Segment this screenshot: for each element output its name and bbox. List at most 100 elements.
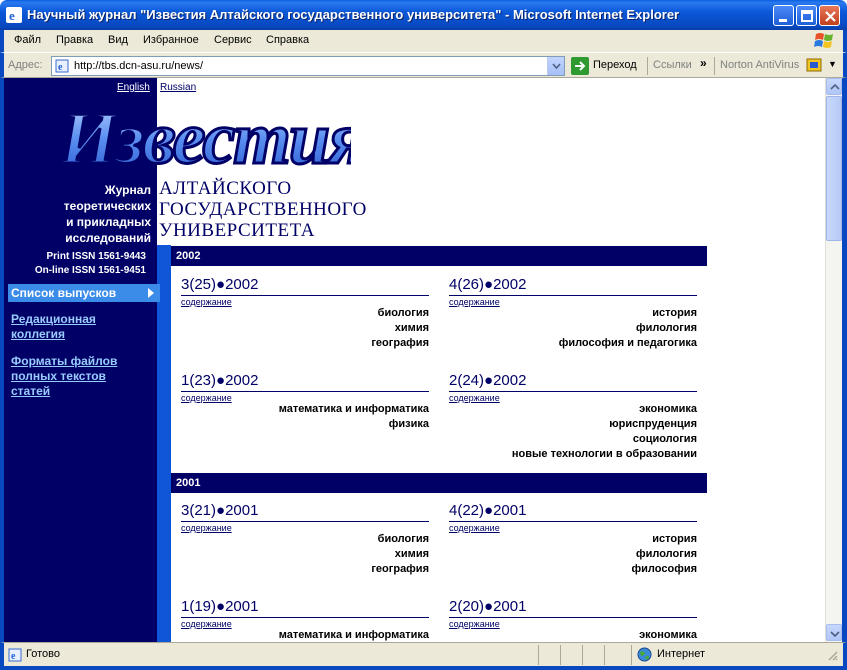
minimize-icon — [779, 19, 787, 22]
norton-dropdown-icon[interactable]: ▼ — [828, 59, 837, 69]
title-bar: e Научный журнал "Известия Алтайского го… — [0, 0, 847, 30]
go-button[interactable]: Переход — [571, 57, 641, 75]
address-url: http://tbs.dcn-asu.ru/news/ — [74, 60, 204, 72]
address-bar: Адрес: e http://tbs.dcn-asu.ru/news/ Пер… — [0, 52, 847, 78]
issue-number: 3(25)●2002 — [181, 276, 259, 293]
divider — [449, 391, 697, 392]
contents-link[interactable]: содержание — [181, 619, 232, 629]
topic: юриспруденция — [609, 418, 697, 430]
contents-link[interactable]: содержание — [449, 619, 500, 629]
links-chevron-icon[interactable]: » — [700, 56, 707, 70]
windows-logo-icon — [814, 33, 833, 48]
issn-online: On-line ISSN 1561-9451 — [34, 265, 146, 276]
status-separator — [538, 645, 539, 665]
status-bar: e Готово Интернет — [0, 642, 847, 670]
topic: филология — [636, 548, 697, 560]
contents-link[interactable]: содержание — [449, 393, 500, 403]
go-arrow-icon — [571, 57, 589, 75]
topic: история — [652, 307, 697, 319]
topic: география — [371, 563, 429, 575]
divider — [449, 521, 697, 522]
security-zone: Интернет — [657, 648, 705, 660]
menu-view[interactable]: Вид — [108, 34, 128, 46]
resize-grip-icon[interactable] — [826, 649, 838, 661]
page-icon: e — [55, 59, 69, 73]
issue-number: 2(20)●2001 — [449, 598, 527, 615]
topic: философия — [631, 563, 697, 575]
topic: физика — [388, 418, 429, 430]
university-name: Алтайского государственного университета — [159, 178, 367, 241]
journal-subtitle: Журнал теоретических и прикладных исслед… — [63, 183, 151, 245]
status-separator — [631, 645, 632, 665]
journal-logo: Известия — [58, 97, 352, 178]
menu-tools[interactable]: Сервис — [214, 34, 252, 46]
links-button[interactable]: Ссылки — [653, 59, 692, 71]
norton-icon[interactable] — [806, 57, 822, 73]
nav-issues-list[interactable]: Список выпусков — [8, 284, 160, 302]
scroll-thumb[interactable] — [826, 96, 842, 241]
menu-bar: Файл Правка Вид Избранное Сервис Справка — [0, 30, 847, 52]
topic: экономика — [639, 403, 697, 415]
lang-english-link[interactable]: English — [117, 82, 150, 93]
scroll-down-button[interactable] — [826, 624, 842, 641]
divider — [181, 295, 429, 296]
chevron-down-icon — [552, 63, 561, 70]
lang-russian-link[interactable]: Russian — [160, 82, 196, 93]
status-text: Готово — [26, 648, 60, 660]
address-dropdown-button[interactable] — [547, 57, 564, 75]
norton-antivirus-button[interactable]: Norton AntiVirus — [720, 59, 799, 71]
contents-link[interactable]: содержание — [449, 523, 500, 533]
contents-link[interactable]: содержание — [449, 297, 500, 307]
svg-text:e: e — [58, 62, 63, 73]
vertical-scrollbar[interactable] — [825, 78, 842, 642]
toolbar-separator — [714, 57, 715, 75]
year-header-2002: 2002 — [171, 246, 707, 266]
menu-edit[interactable]: Правка — [56, 34, 93, 46]
divider — [181, 521, 429, 522]
chevron-up-icon — [830, 83, 840, 90]
menu-file[interactable]: Файл — [14, 34, 41, 46]
topic: социология — [632, 433, 697, 445]
address-input[interactable]: e http://tbs.dcn-asu.ru/news/ — [51, 56, 565, 76]
year-header-2001: 2001 — [171, 473, 707, 493]
topic: химия — [394, 322, 429, 334]
contents-link[interactable]: содержание — [181, 297, 232, 307]
nav-editorial-board[interactable]: Редакционная коллегия — [11, 312, 141, 342]
issue-number: 3(21)●2001 — [181, 502, 259, 519]
divider — [449, 617, 697, 618]
contents-link[interactable]: содержание — [181, 393, 232, 403]
contents-link[interactable]: содержание — [181, 523, 232, 533]
issue-number: 2(24)●2002 — [449, 372, 527, 389]
page-viewport: English Russian Известия Журнал теоретич… — [4, 78, 825, 642]
topic: философия и педагогика — [558, 337, 697, 349]
topic: экономика — [639, 629, 697, 641]
close-icon — [825, 11, 836, 22]
menu-help[interactable]: Справка — [266, 34, 309, 46]
status-separator — [560, 645, 561, 665]
internet-globe-icon — [637, 647, 652, 662]
issue-number: 4(26)●2002 — [449, 276, 527, 293]
toolbar-separator — [647, 57, 648, 75]
status-separator — [604, 645, 605, 665]
issn-print: Print ISSN 1561-9443 — [46, 251, 147, 262]
chevron-down-icon — [830, 631, 840, 638]
maximize-button[interactable] — [796, 5, 817, 26]
nav-file-formats[interactable]: Форматы файлов полных текстов статей — [11, 354, 141, 399]
window-title: Научный журнал "Известия Алтайского госу… — [27, 7, 680, 22]
divider — [181, 391, 429, 392]
topic: география — [371, 337, 429, 349]
divider — [449, 295, 697, 296]
menu-favorites[interactable]: Избранное — [143, 34, 199, 46]
close-button[interactable] — [819, 5, 840, 26]
svg-text:Известия: Известия — [59, 98, 351, 177]
minimize-button[interactable] — [773, 5, 794, 26]
ie-icon: e — [6, 7, 22, 23]
go-label: Переход — [593, 59, 637, 71]
topic: новые технологии в образовании — [511, 448, 697, 460]
play-arrow-icon — [148, 288, 154, 298]
window-frame-right — [842, 78, 847, 642]
topic: история — [652, 533, 697, 545]
scroll-up-button[interactable] — [826, 78, 842, 95]
svg-text:e: e — [11, 651, 16, 662]
maximize-icon — [801, 10, 813, 22]
